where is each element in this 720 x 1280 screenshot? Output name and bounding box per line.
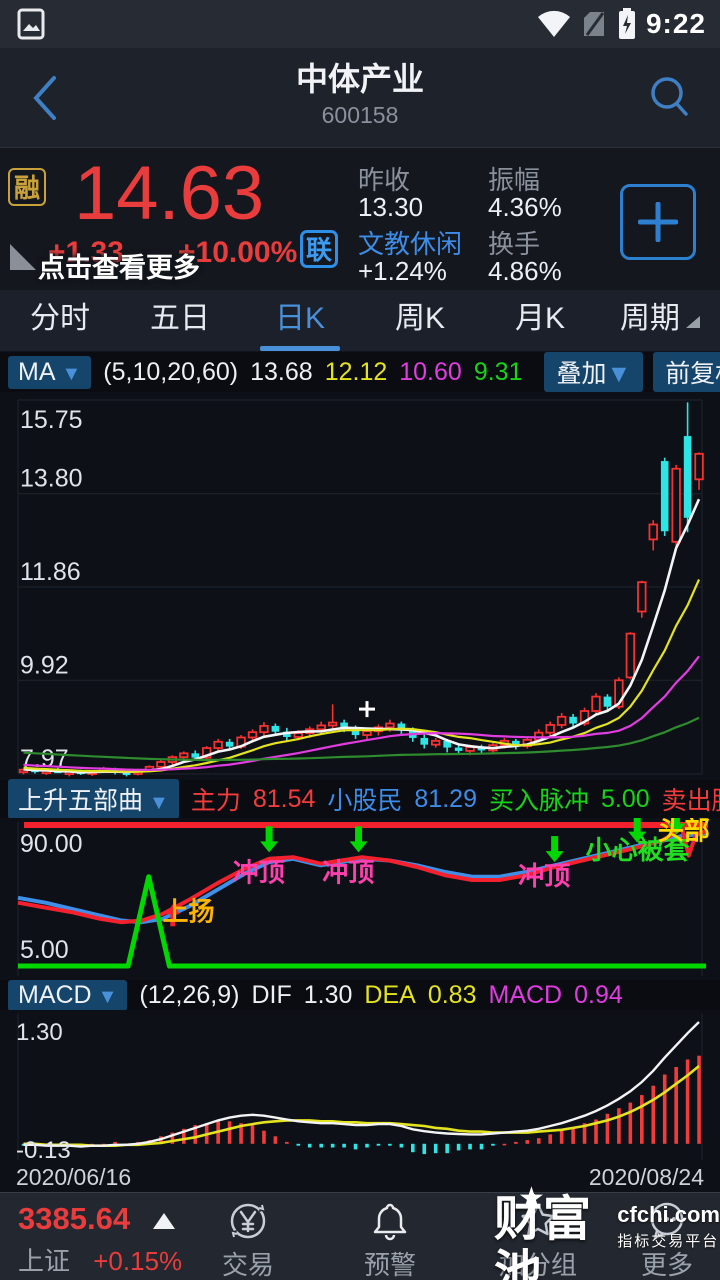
overlay-button[interactable]: 叠加▼ — [544, 352, 643, 392]
index-up-triangle-icon — [153, 1213, 175, 1229]
ma10-value: 12.12 — [325, 358, 388, 387]
start-date: 2020/06/16 — [16, 1164, 131, 1191]
wuqu-chart[interactable]: 冲顶冲顶冲顶上扬小心被套头部90.005.00 — [0, 818, 720, 980]
buy-pulse-label: 买入脉冲 — [489, 781, 589, 817]
battery-icon — [618, 8, 636, 40]
stock-detail-screen: 9:22 中体产业 600158 融 14.63 +1.33 +10.00% 联… — [0, 0, 720, 1280]
margin-badge: 融 — [8, 168, 46, 206]
index-quote[interactable]: 3385.64 — [18, 1201, 175, 1237]
tab-weekly-k[interactable]: 周K — [360, 290, 480, 351]
dea-label: DEA — [364, 981, 415, 1010]
xiaogumin-value: 81.29 — [414, 785, 477, 814]
wuqu-selector[interactable]: 上升五部曲▼ — [8, 779, 179, 819]
nav-trade-label: 交易 — [188, 1245, 308, 1280]
macd-chart[interactable]: 1.30 -0.13 — [0, 1010, 720, 1162]
index-name: 上证 — [18, 1246, 70, 1276]
corner-triangle-icon — [10, 244, 36, 270]
star-icon — [516, 1199, 560, 1243]
index-value: 3385.64 — [18, 1201, 130, 1237]
svg-text:头部: 头部 — [658, 818, 710, 845]
chat-bubble-ellipsis-icon — [645, 1199, 689, 1243]
bell-icon — [368, 1199, 412, 1243]
tab-period-more[interactable]: 周期 — [600, 290, 720, 351]
svg-text:冲顶: 冲顶 — [518, 861, 570, 891]
stat-value-amplitude: 4.36% — [488, 192, 562, 223]
dea-value: 0.83 — [428, 981, 477, 1010]
sim-icon — [582, 9, 608, 39]
ma-params: (5,10,20,60) — [103, 358, 238, 387]
clock-time: 9:22 — [646, 8, 706, 40]
forward-adjust-button[interactable]: 前复权 — [653, 352, 720, 392]
tab-5day[interactable]: 五日 — [120, 290, 240, 351]
svg-text:5.00: 5.00 — [20, 936, 69, 964]
buy-pulse-value: 5.00 — [601, 785, 650, 814]
svg-text:1.30: 1.30 — [16, 1019, 63, 1046]
yuan-circle-icon — [226, 1199, 270, 1243]
ma60-value: 9.31 — [474, 358, 523, 387]
tab-daily-k[interactable]: 日K — [240, 290, 360, 351]
nav-alert-label: 预警 — [330, 1245, 450, 1280]
svg-text:冲顶: 冲顶 — [233, 858, 285, 888]
sell-pulse-label: 卖出脉冲 — [662, 781, 720, 817]
ma-selector[interactable]: MA▼ — [8, 356, 91, 389]
candlestick-chart[interactable]: 15.7513.8011.869.927.97 — [0, 392, 720, 780]
nav-trade[interactable]: 交易 — [188, 1195, 308, 1280]
macd-indicator-bar: MACD▼ (12,26,9) DIF 1.30 DEA 0.83 MACD 0… — [0, 980, 720, 1010]
chevron-down-icon: ▼ — [98, 986, 118, 1008]
ma5-value: 13.68 — [250, 358, 313, 387]
svg-text:上扬: 上扬 — [162, 897, 214, 927]
header: 中体产业 600158 — [0, 48, 720, 148]
bottom-nav-bar: 3385.64 上证 +0.15% 交易 预警 — [0, 1192, 720, 1280]
nav-add-group-label: 加分组 — [478, 1245, 598, 1280]
dif-label: DIF — [251, 981, 291, 1010]
screenshot-icon — [14, 7, 48, 41]
chevron-down-icon: ▼ — [607, 360, 632, 388]
wifi-icon — [536, 9, 572, 39]
macd-label: MACD — [489, 981, 563, 1010]
svg-text:-0.13: -0.13 — [16, 1137, 71, 1162]
wuqu-indicator-bar: 上升五部曲▼ 主力 81.54 小股民 81.29 买入脉冲 5.00 卖出脉冲… — [0, 780, 720, 818]
svg-text:13.80: 13.80 — [20, 465, 83, 493]
nav-more-label: 更多 — [614, 1245, 720, 1280]
stat-value-prevclose: 13.30 — [358, 192, 423, 223]
chevron-down-icon: ▼ — [149, 792, 169, 814]
svg-text:15.75: 15.75 — [20, 406, 83, 434]
svg-text:11.86: 11.86 — [20, 558, 81, 586]
zhuli-value: 81.54 — [253, 785, 316, 814]
svg-text:9.92: 9.92 — [20, 651, 69, 679]
svg-text:90.00: 90.00 — [20, 830, 83, 858]
macd-params: (12,26,9) — [139, 981, 239, 1010]
nav-alert[interactable]: 预警 — [330, 1195, 450, 1280]
macd-value: 0.94 — [574, 981, 623, 1010]
stock-code: 600158 — [0, 100, 720, 130]
zhuli-label: 主力 — [191, 781, 241, 817]
ma20-value: 10.60 — [399, 358, 462, 387]
add-to-watchlist-button[interactable] — [620, 184, 696, 260]
index-change: +0.15% — [93, 1246, 182, 1276]
title-block: 中体产业 600158 — [0, 58, 720, 130]
svg-text:冲顶: 冲顶 — [322, 858, 374, 888]
period-caret-icon — [686, 316, 700, 328]
quote-panel: 融 14.63 +1.33 +10.00% 联 点击查看更多 昨收 13.30 … — [0, 148, 720, 290]
stock-name: 中体产业 — [0, 58, 720, 100]
link-badge: 联 — [300, 230, 338, 268]
stat-value-turnover: 4.86% — [488, 256, 562, 287]
chevron-down-icon: ▼ — [62, 363, 82, 385]
nav-more[interactable]: 更多 — [614, 1195, 720, 1280]
date-axis: 2020/06/16 2020/08/24 — [0, 1162, 720, 1192]
status-bar: 9:22 — [0, 0, 720, 48]
macd-selector[interactable]: MACD▼ — [8, 980, 127, 1011]
see-more-hint[interactable]: 点击查看更多 — [38, 246, 200, 285]
dif-value: 1.30 — [304, 981, 353, 1010]
end-date: 2020/08/24 — [589, 1164, 704, 1191]
tab-monthly-k[interactable]: 月K — [480, 290, 600, 351]
period-tab-bar: 分时 五日 日K 周K 月K 周期 — [0, 290, 720, 352]
search-icon[interactable] — [646, 72, 694, 125]
nav-add-group[interactable]: 加分组 — [478, 1195, 598, 1280]
tab-minute[interactable]: 分时 — [0, 290, 120, 351]
xiaogumin-label: 小股民 — [327, 781, 402, 817]
sector-change: +1.24% — [358, 256, 447, 287]
last-price: 14.63 — [74, 148, 264, 240]
ma-indicator-bar: MA▼ (5,10,20,60) 13.68 12.12 10.60 9.31 … — [0, 352, 720, 392]
